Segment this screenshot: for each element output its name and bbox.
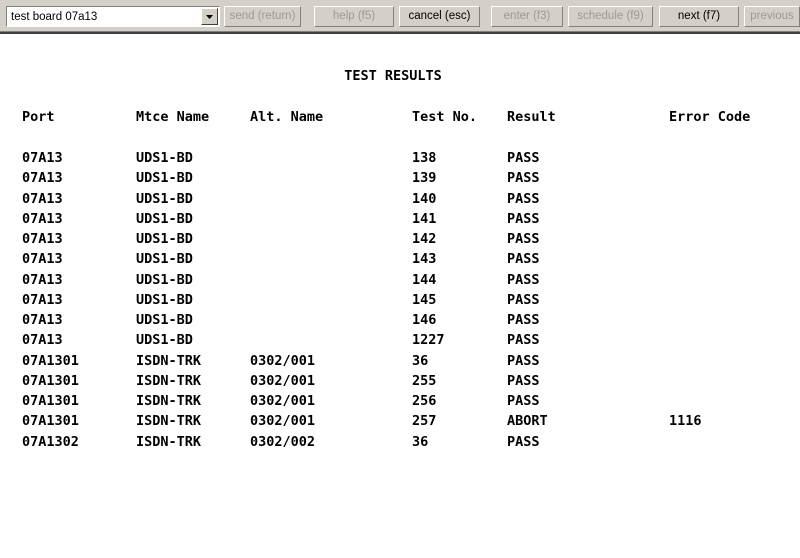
cell-port: 07A1301	[22, 393, 79, 409]
cell-mtce-name: UDS1-BD	[136, 231, 193, 247]
cell-port: 07A13	[22, 190, 63, 207]
cell-test-no: 256	[412, 393, 437, 409]
cell-port: 07A1301	[22, 352, 79, 369]
cell-result: PASS	[507, 393, 540, 409]
previous-button[interactable]: previous	[744, 6, 800, 27]
cell-test-no: 257	[412, 413, 437, 430]
cell-test-no: 146	[412, 312, 437, 328]
column-header-result: Result	[507, 109, 556, 125]
cell-alt-name: 0302/002	[250, 433, 316, 450]
chevron-down-icon	[206, 15, 213, 19]
cell-mtce-name: UDS1-BD	[136, 210, 193, 227]
cell-mtce-name: UDS1-BD	[136, 332, 193, 349]
column-header-error-code: Error Code	[669, 109, 751, 125]
cell-mtce-name: UDS1-BD	[136, 271, 193, 288]
cell-test-no: 1227	[412, 332, 445, 349]
next-button[interactable]: next (f7)	[659, 6, 739, 27]
cell-mtce-name: UDS1-BD	[136, 170, 193, 187]
cell-alt-name: 0302/001	[250, 393, 316, 409]
send-button[interactable]: send (return)	[224, 6, 301, 27]
cell-mtce-name: ISDN-TRK	[136, 413, 202, 430]
cell-mtce-name: UDS1-BD	[136, 150, 193, 166]
command-toolbar: send (return) help (f5)cancel (esc) enter …	[0, 0, 800, 32]
cell-error-code: 1116	[669, 413, 702, 430]
cell-result: PASS	[507, 190, 540, 207]
cell-port: 07A13	[22, 312, 63, 328]
help-button[interactable]: help (f5)	[314, 6, 394, 27]
cell-mtce-name: UDS1-BD	[136, 312, 193, 328]
cell-test-no: 36	[412, 352, 429, 369]
cell-port: 07A1301	[22, 372, 79, 389]
cell-result: PASS	[507, 352, 540, 369]
cell-test-no: 143	[412, 251, 437, 268]
cell-result: PASS	[507, 210, 540, 227]
cell-port: 07A1301	[22, 413, 79, 430]
cell-port: 07A13	[22, 332, 63, 349]
cell-mtce-name: UDS1-BD	[136, 190, 193, 207]
cell-test-no: 141	[412, 210, 437, 227]
cell-port: 07A13	[22, 231, 63, 247]
cell-mtce-name: ISDN-TRK	[136, 393, 202, 409]
cell-mtce-name: ISDN-TRK	[136, 372, 202, 389]
cell-mtce-name: ISDN-TRK	[136, 352, 202, 369]
column-header-port: Port	[22, 109, 55, 125]
cell-mtce-name: ISDN-TRK	[136, 433, 202, 450]
cell-alt-name: 0302/001	[250, 352, 316, 369]
cell-port: 07A13	[22, 251, 63, 268]
cancel-button[interactable]: cancel (esc)	[399, 6, 480, 27]
cell-port: 07A13	[22, 291, 63, 308]
dropdown-button[interactable]	[201, 8, 218, 25]
cell-result: ABORT	[507, 413, 548, 430]
command-input[interactable]	[9, 8, 199, 25]
report-title: TEST RESULTS	[344, 68, 442, 84]
cell-result: PASS	[507, 150, 540, 166]
cell-mtce-name: UDS1-BD	[136, 291, 193, 308]
terminal-screen: TEST RESULTS Port Mtce Name Alt. Name Test …	[0, 32, 800, 558]
enter-button[interactable]: enter (f3)	[491, 6, 563, 27]
cell-mtce-name: UDS1-BD	[136, 251, 193, 268]
cell-result: PASS	[507, 291, 540, 308]
schedule-button[interactable]: schedule (f9)	[568, 6, 653, 27]
cell-test-no: 144	[412, 271, 437, 288]
cell-port: 07A13	[22, 150, 63, 166]
command-combobox[interactable]	[6, 6, 220, 27]
cell-test-no: 36	[412, 433, 429, 450]
cell-test-no: 140	[412, 190, 437, 207]
cell-result: PASS	[507, 251, 540, 268]
cell-test-no: 138	[412, 150, 437, 166]
cell-result: PASS	[507, 170, 540, 187]
cell-result: PASS	[507, 433, 540, 450]
column-header-test-no: Test No.	[412, 109, 478, 125]
cell-alt-name: 0302/001	[250, 413, 316, 430]
cell-port: 07A13	[22, 271, 63, 288]
cell-port: 07A13	[22, 210, 63, 227]
cell-result: PASS	[507, 231, 540, 247]
cell-result: PASS	[507, 271, 540, 288]
cell-test-no: 142	[412, 231, 437, 247]
cell-test-no: 145	[412, 291, 437, 308]
cell-result: PASS	[507, 372, 540, 389]
cell-test-no: 255	[412, 372, 437, 389]
cell-result: PASS	[507, 312, 540, 328]
column-header-alt-name: Alt. Name	[250, 109, 324, 125]
cell-port: 07A13	[22, 170, 63, 187]
column-header-mtce-name: Mtce Name	[136, 109, 210, 125]
cell-alt-name: 0302/001	[250, 372, 316, 389]
cell-test-no: 139	[412, 170, 437, 187]
cell-port: 07A1302	[22, 433, 79, 450]
cell-result: PASS	[507, 332, 540, 349]
